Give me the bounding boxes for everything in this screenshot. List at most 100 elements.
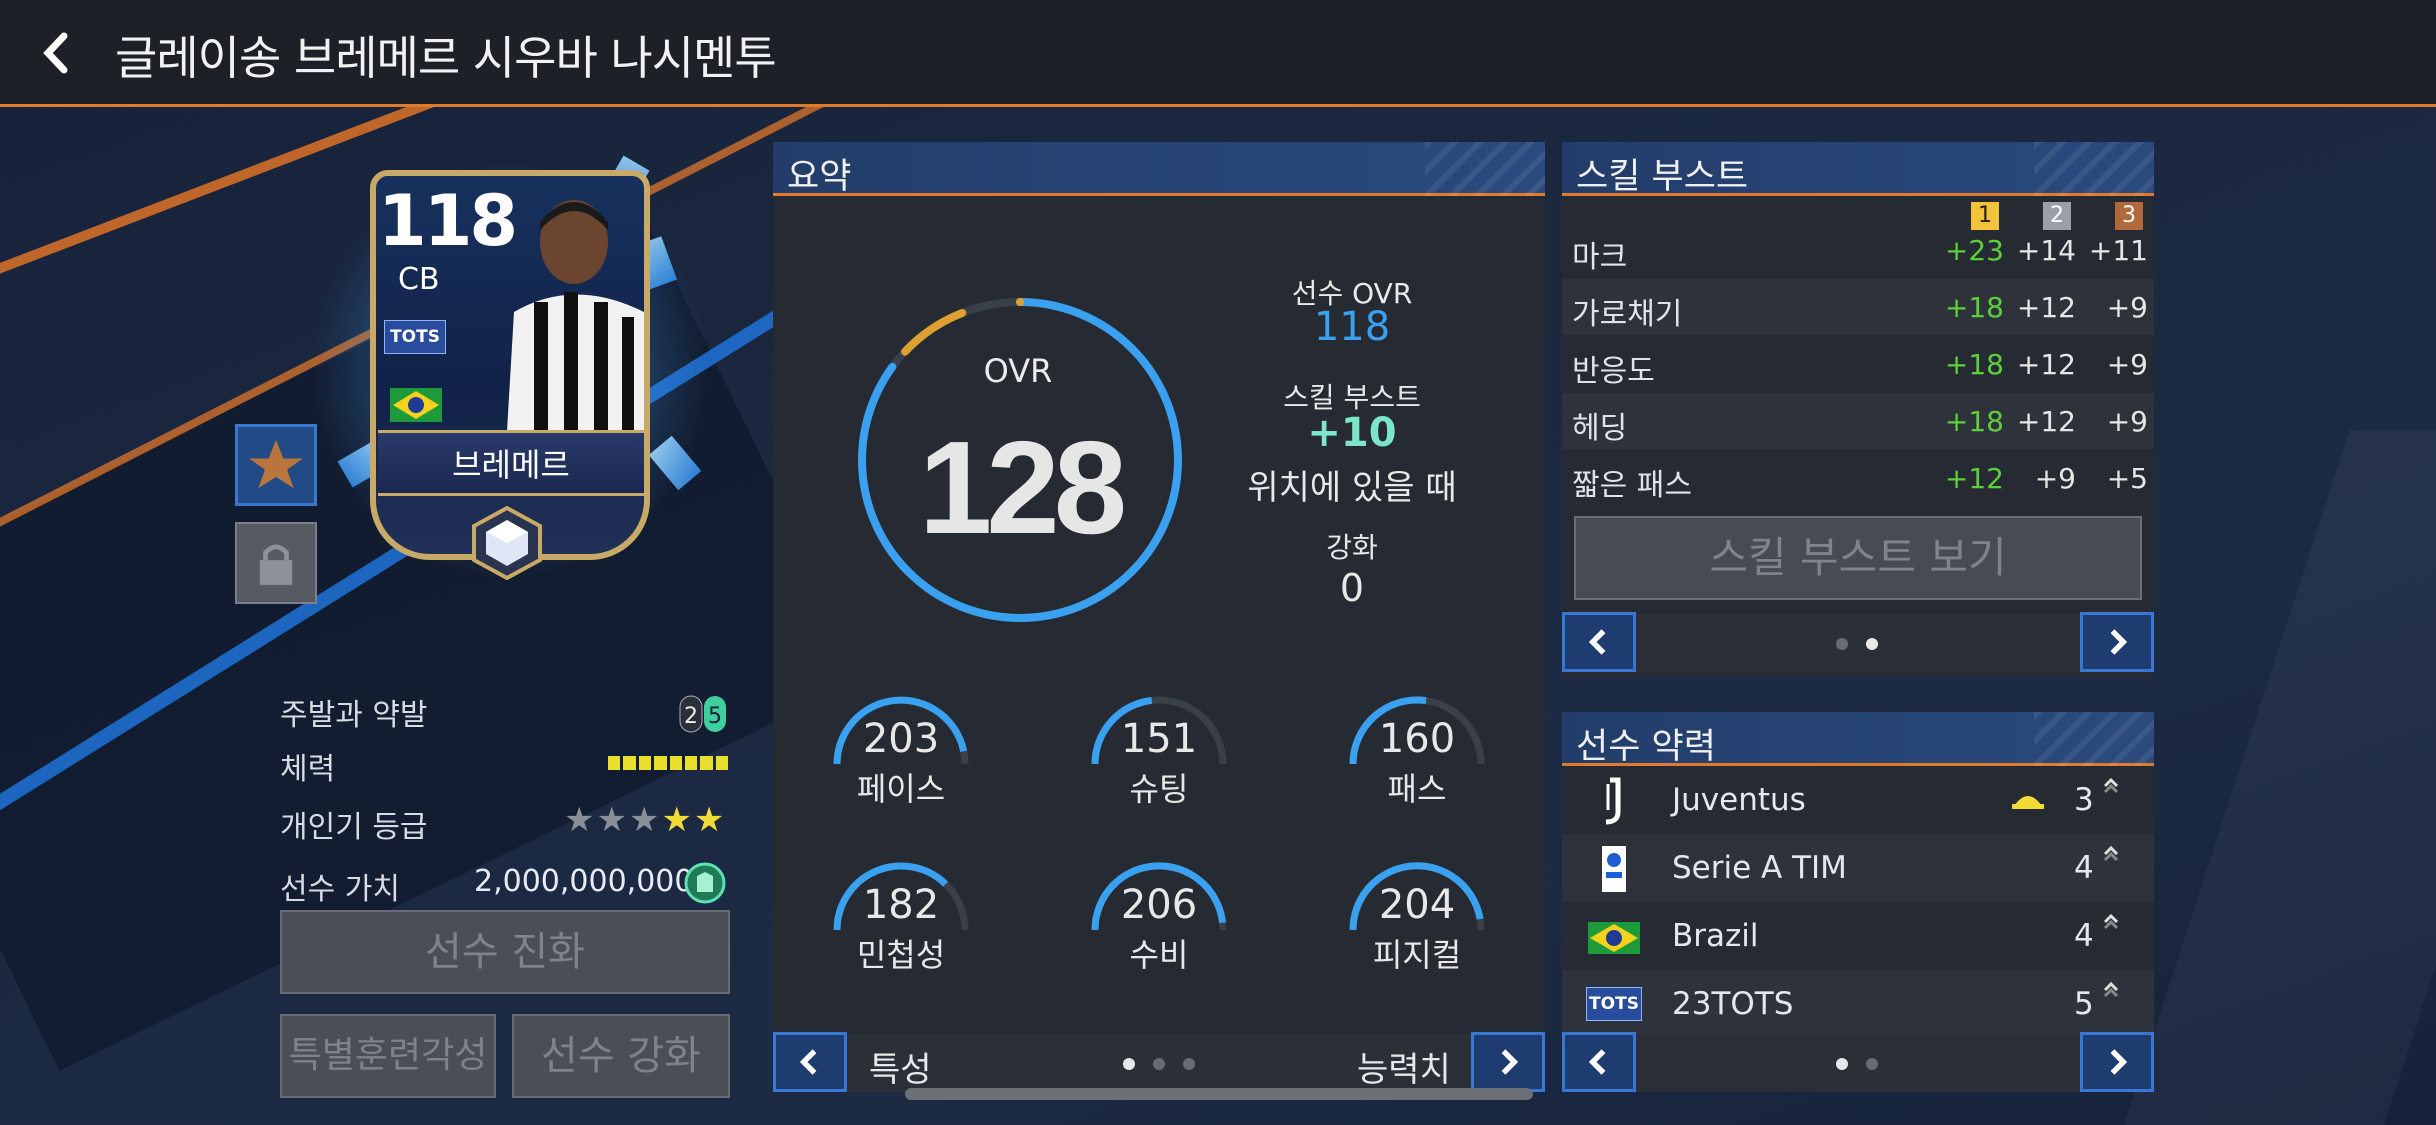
boost-rank-1: +18 bbox=[1944, 405, 2004, 438]
skill-name: 짧은 패스 bbox=[1572, 468, 1692, 503]
juventus-logo-icon bbox=[1605, 777, 1621, 825]
card-position: CB bbox=[398, 262, 440, 297]
chevron-up-icon bbox=[2103, 981, 2119, 998]
favorite-button[interactable] bbox=[235, 424, 317, 506]
horizontal-scrollbar[interactable] bbox=[905, 1088, 1533, 1100]
tots-badge: TOTS bbox=[384, 320, 446, 354]
star-icon bbox=[249, 439, 303, 489]
chemistry-row[interactable]: TOTS 23TOTS 5 bbox=[1562, 970, 2154, 1038]
skill-name: 마크 bbox=[1572, 240, 1628, 275]
stat-value: 160 bbox=[1378, 716, 1456, 762]
boost-rank-1: +18 bbox=[1944, 291, 2004, 324]
chemistry-row[interactable]: Brazil 4 bbox=[1562, 902, 2154, 970]
boost-rank-3: +9 bbox=[2106, 291, 2148, 324]
popularity-stars: ★★★★★ bbox=[564, 800, 727, 840]
stat-gauge: 206 수비 bbox=[1084, 858, 1234, 978]
chemistry-name: 23TOTS bbox=[1672, 986, 1794, 1022]
chevron-left-icon bbox=[1588, 1049, 1606, 1075]
skill-name: 헤딩 bbox=[1572, 411, 1628, 446]
chevron-right-icon bbox=[2110, 1049, 2128, 1075]
skill-name: 반응도 bbox=[1572, 354, 1655, 389]
skill-next-button[interactable] bbox=[2080, 612, 2154, 672]
svg-text:2: 2 bbox=[684, 704, 698, 729]
chemistry-name: Serie A TIM bbox=[1672, 850, 1847, 886]
evolve-button[interactable]: 선수 진화 bbox=[280, 910, 730, 994]
skill-prev-button[interactable] bbox=[1562, 612, 1636, 672]
chevron-up-icon bbox=[2103, 913, 2119, 930]
manager-icon bbox=[2012, 796, 2044, 809]
summary-next-button[interactable] bbox=[1471, 1032, 1545, 1092]
popularity-label: 개인기 등급 bbox=[280, 810, 428, 845]
summary-prev-button[interactable] bbox=[773, 1032, 847, 1092]
player-value: 2,000,000,000 bbox=[474, 864, 694, 899]
rank-gem-icon bbox=[472, 506, 542, 580]
view-skill-boost-button[interactable]: 스킬 부스트 보기 bbox=[1574, 516, 2142, 600]
boost-rank-3: +9 bbox=[2106, 405, 2148, 438]
chevron-right-icon bbox=[1501, 1049, 1519, 1075]
stat-label: 패스 bbox=[1387, 770, 1447, 808]
stat-value: 151 bbox=[1120, 716, 1198, 762]
boost-note: 위치에 있을 때 bbox=[1247, 468, 1457, 508]
boost-rank-2: +12 bbox=[2016, 405, 2076, 438]
stat-label: 수비 bbox=[1129, 936, 1189, 974]
skill-boost-row: 짧은 패스 +12 +9 +5 bbox=[1562, 450, 2154, 506]
stat-gauge: 204 피지컬 bbox=[1342, 858, 1492, 978]
stat-label: 페이스 bbox=[856, 770, 946, 808]
player-ovr-value: 118 bbox=[1313, 304, 1391, 350]
boost-rank-2: +12 bbox=[2016, 348, 2076, 381]
chevron-left-icon bbox=[1588, 629, 1606, 655]
chemistry-row[interactable]: Juventus 3 bbox=[1562, 766, 2154, 834]
boost-rank-1: +12 bbox=[1944, 462, 2004, 495]
nav-right-label[interactable]: 능력치 bbox=[1357, 1042, 1451, 1091]
stat-value: 182 bbox=[862, 882, 940, 928]
top-bar: 글레이송 브레메르 시우바 나시멘투 bbox=[0, 0, 2436, 107]
page-dot bbox=[1866, 1058, 1878, 1070]
boost-rank-2: +14 bbox=[2016, 234, 2076, 267]
chemistry-row[interactable]: Serie A TIM 4 bbox=[1562, 834, 2154, 902]
nav-left-label[interactable]: 특성 bbox=[869, 1042, 932, 1091]
stat-label: 피지컬 bbox=[1372, 936, 1462, 974]
chevron-up-icon bbox=[2103, 845, 2119, 862]
ovr-value: 128 bbox=[918, 414, 1127, 561]
skill-boost-row: 마크 +23 +14 +11 bbox=[1562, 222, 2154, 278]
card-ovr: 118 bbox=[378, 180, 518, 262]
page-dot bbox=[1123, 1058, 1135, 1070]
stat-value: 203 bbox=[862, 716, 940, 762]
stat-gauge: 182 민첩성 bbox=[826, 858, 976, 978]
skill-boost-row: 가로채기 +18 +12 +9 bbox=[1562, 279, 2154, 335]
chevron-left-icon bbox=[43, 32, 68, 74]
boost-rank-2: +12 bbox=[2016, 291, 2076, 324]
serie-a-logo-icon bbox=[1602, 846, 1626, 892]
svg-text:5: 5 bbox=[708, 704, 722, 729]
chemistry-next-button[interactable] bbox=[2080, 1032, 2154, 1092]
boost-rank-1: +18 bbox=[1944, 348, 2004, 381]
chemistry-nav bbox=[1562, 1032, 2154, 1092]
stat-value: 204 bbox=[1378, 882, 1456, 928]
stat-label: 민첩성 bbox=[856, 936, 946, 974]
boost-value: +10 bbox=[1307, 410, 1397, 456]
chemistry-name: Brazil bbox=[1672, 918, 1759, 954]
enhance-value: 0 bbox=[1339, 566, 1365, 610]
skill-boost-row: 헤딩 +18 +12 +9 bbox=[1562, 393, 2154, 449]
ovr-label: OVR bbox=[983, 352, 1053, 390]
stat-gauge: 203 페이스 bbox=[826, 692, 976, 812]
lock-button[interactable] bbox=[235, 522, 317, 604]
skill-name: 가로채기 bbox=[1572, 297, 1683, 332]
page-title: 글레이송 브레메르 시우바 나시멘투 bbox=[115, 31, 777, 85]
chemistry-count: 3 bbox=[2074, 782, 2094, 818]
skill-boost-title: 스킬 부스트 bbox=[1576, 157, 1749, 197]
brazil-flag-icon bbox=[390, 388, 442, 422]
stat-label: 슈팅 bbox=[1129, 770, 1189, 808]
chevron-left-icon bbox=[799, 1049, 817, 1075]
tots-badge-icon: TOTS bbox=[1586, 987, 1642, 1021]
special-training-button[interactable]: 특별훈련각성 bbox=[280, 1014, 496, 1098]
player-card[interactable]: 118 CB TOTS 브레메르 bbox=[310, 140, 710, 580]
stat-gauge: 160 패스 bbox=[1342, 692, 1492, 812]
stamina-bar bbox=[608, 756, 728, 770]
back-button[interactable] bbox=[38, 30, 78, 76]
chemistry-prev-button[interactable] bbox=[1562, 1032, 1636, 1092]
summary-title: 요약 bbox=[787, 157, 852, 197]
enhance-button[interactable]: 선수 강화 bbox=[512, 1014, 730, 1098]
enhance-label: 강화 bbox=[1326, 531, 1378, 564]
chemistry-count: 5 bbox=[2074, 986, 2094, 1022]
